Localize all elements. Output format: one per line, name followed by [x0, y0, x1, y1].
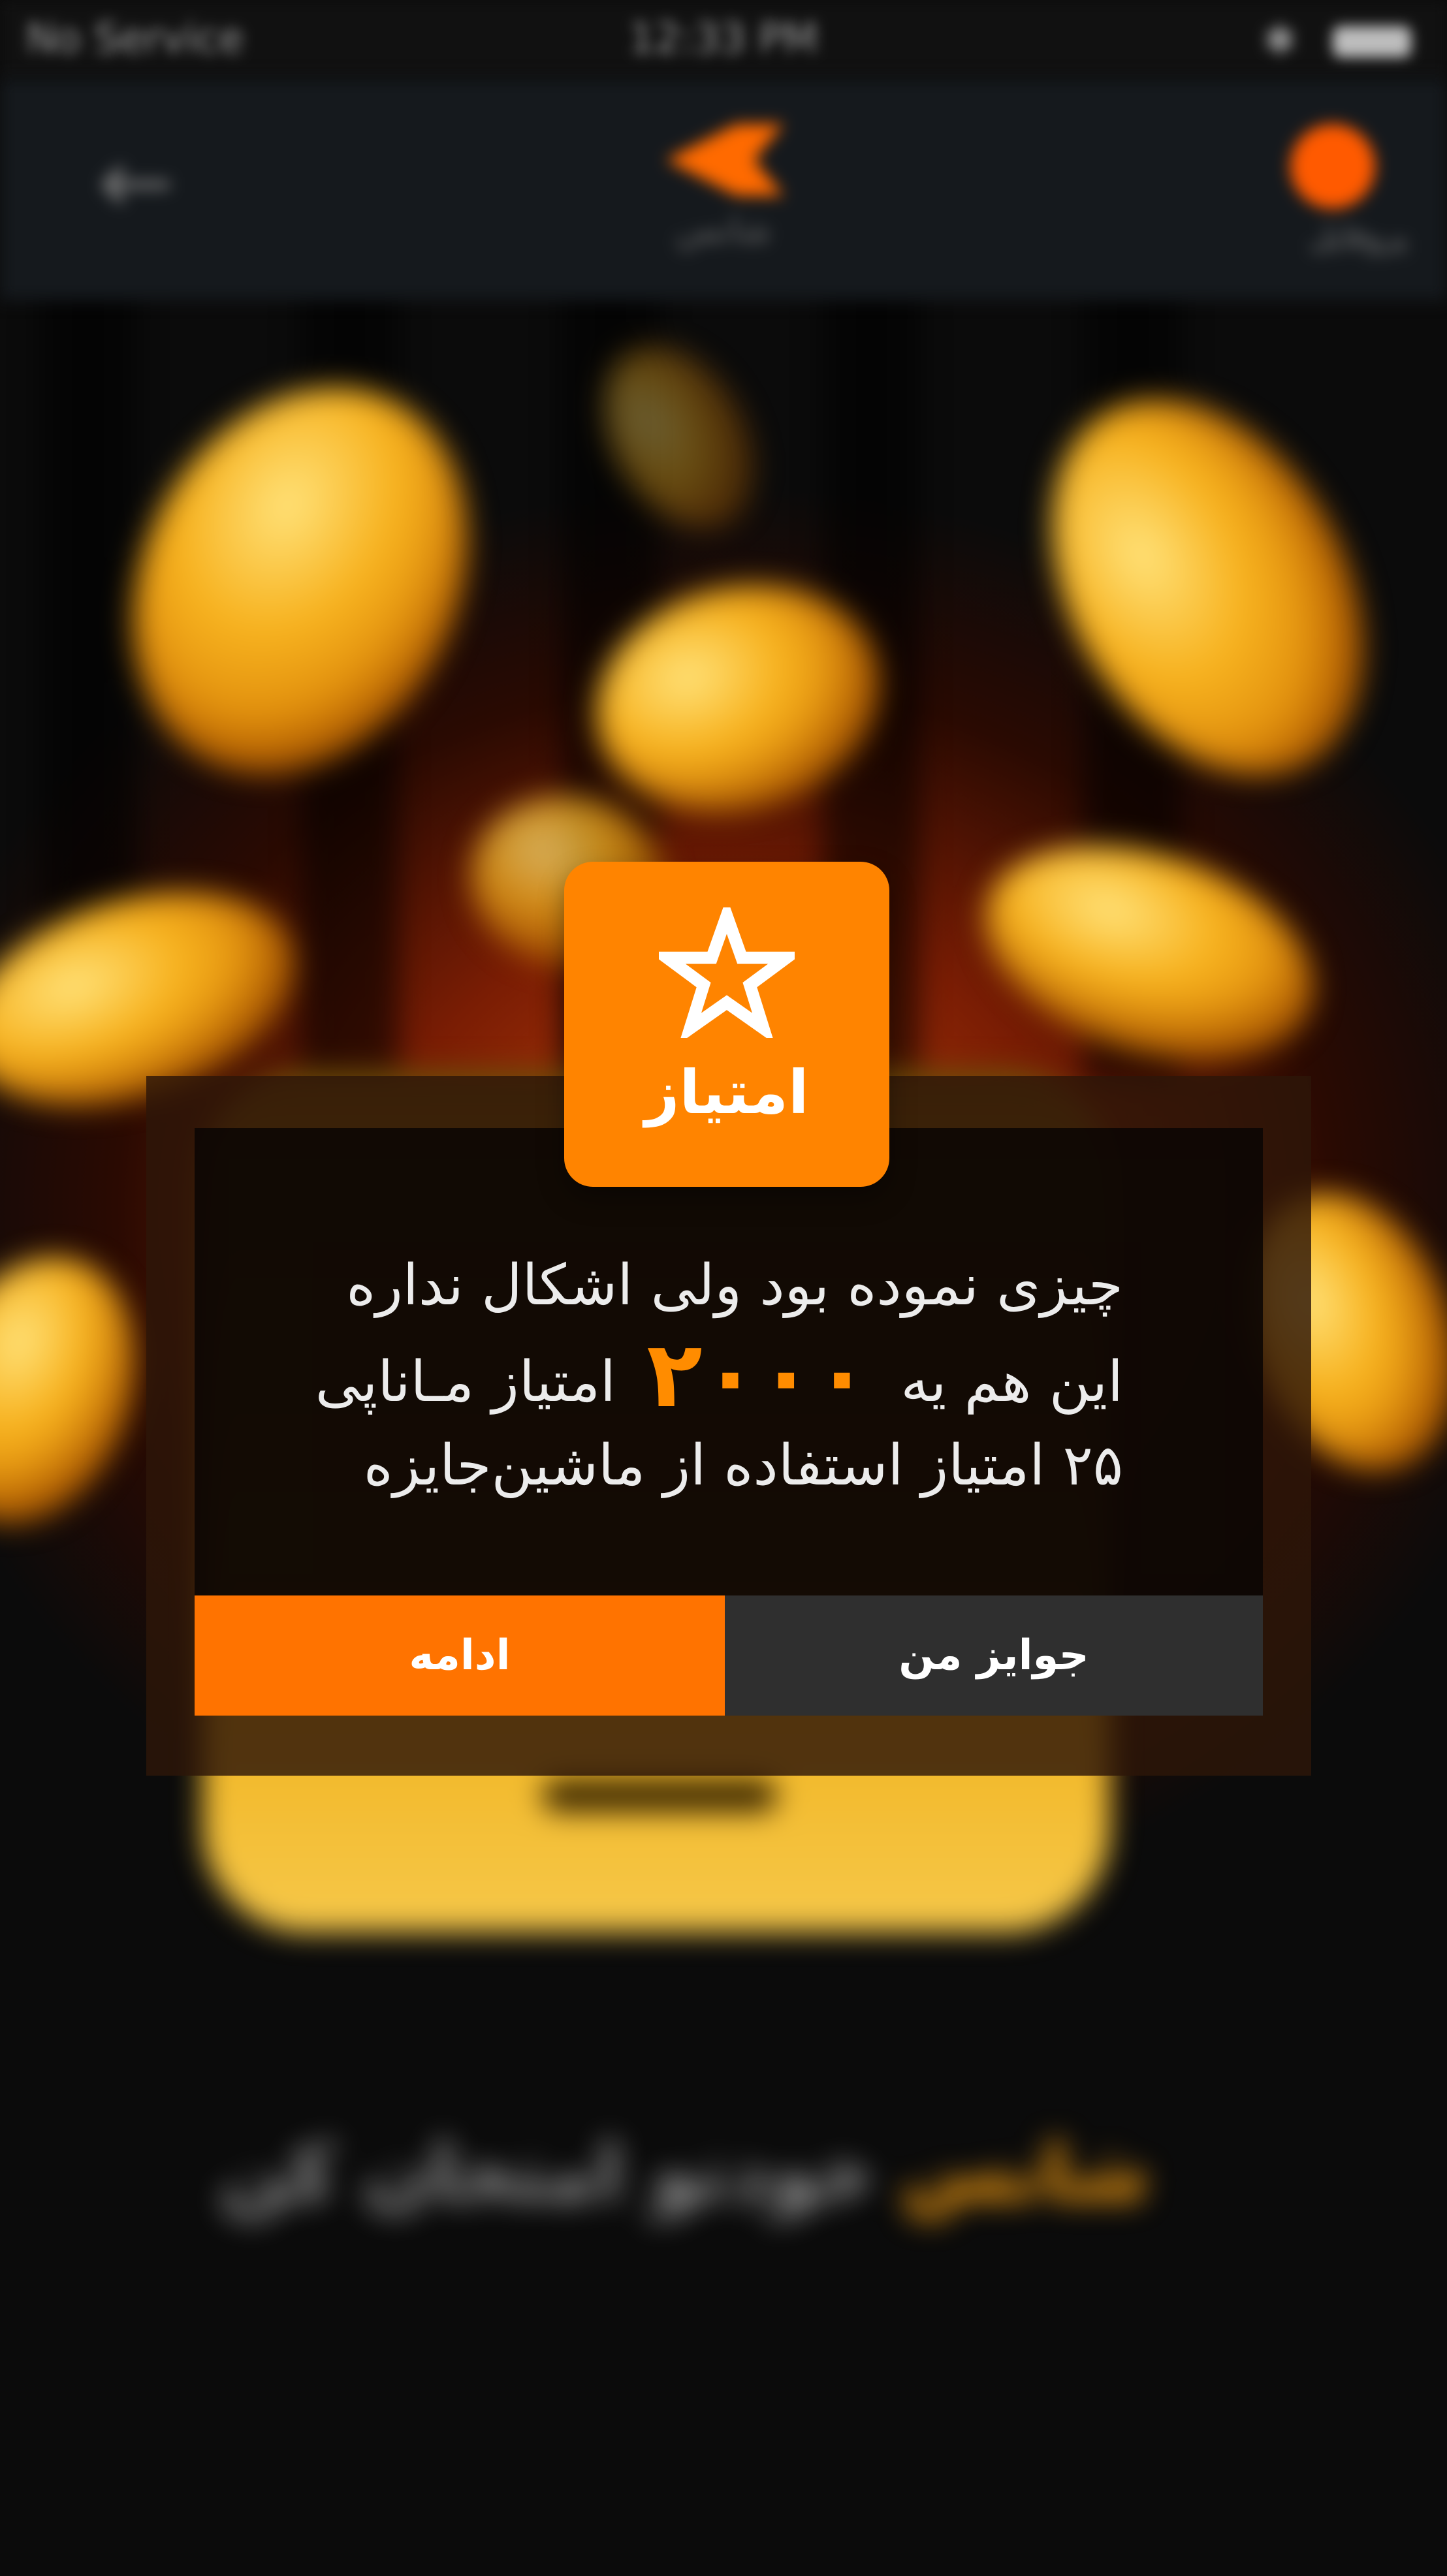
message-line-2: این هم یه ۲۰۰۰ امتیاز مـاناپی: [274, 1330, 1123, 1421]
my-prizes-button[interactable]: جوایز من: [725, 1595, 1263, 1716]
message-line-2-suffix: امتیاز مـاناپی: [315, 1349, 616, 1415]
points-badge: امتیاز: [564, 862, 889, 1187]
prize-machine-slot: [542, 1779, 777, 1812]
coin-image: [988, 343, 1428, 832]
logo-caption: شانس: [676, 209, 771, 250]
star-icon: [659, 907, 795, 1038]
background-title: شانس خودتو امتحان کن: [0, 2128, 1408, 2219]
top-nav: ← شانس پروفایل: [0, 78, 1447, 300]
status-time: 12:33 PM: [629, 14, 818, 62]
message-line-2-prefix: این هم یه: [900, 1349, 1123, 1415]
points-amount: ۲۰۰۰: [646, 1322, 870, 1428]
status-bar: No Service 12:33 PM ✱: [0, 0, 1447, 78]
message-line-3: ۲۵ امتیاز استفاده از ماشین‌جایزه: [363, 1433, 1123, 1498]
bluetooth-icon: ✱: [1263, 16, 1297, 64]
background-title-highlight: شانس: [902, 2128, 1149, 2219]
profile-label: پروفایل: [1309, 219, 1408, 255]
badge-label: امتیاز: [644, 1058, 809, 1127]
reward-message: چیزی نموده بود ولی اشکال نداره این هم یه…: [274, 1240, 1123, 1511]
continue-button[interactable]: ادامه: [195, 1595, 725, 1716]
profile-avatar[interactable]: [1290, 124, 1375, 209]
battery-icon: [1333, 26, 1411, 57]
background-title-rest: خودتو امتحان کن: [219, 2128, 875, 2219]
message-line-1: چیزی نموده بود ولی اشکال نداره: [346, 1253, 1123, 1318]
app-logo-icon: [666, 124, 784, 196]
